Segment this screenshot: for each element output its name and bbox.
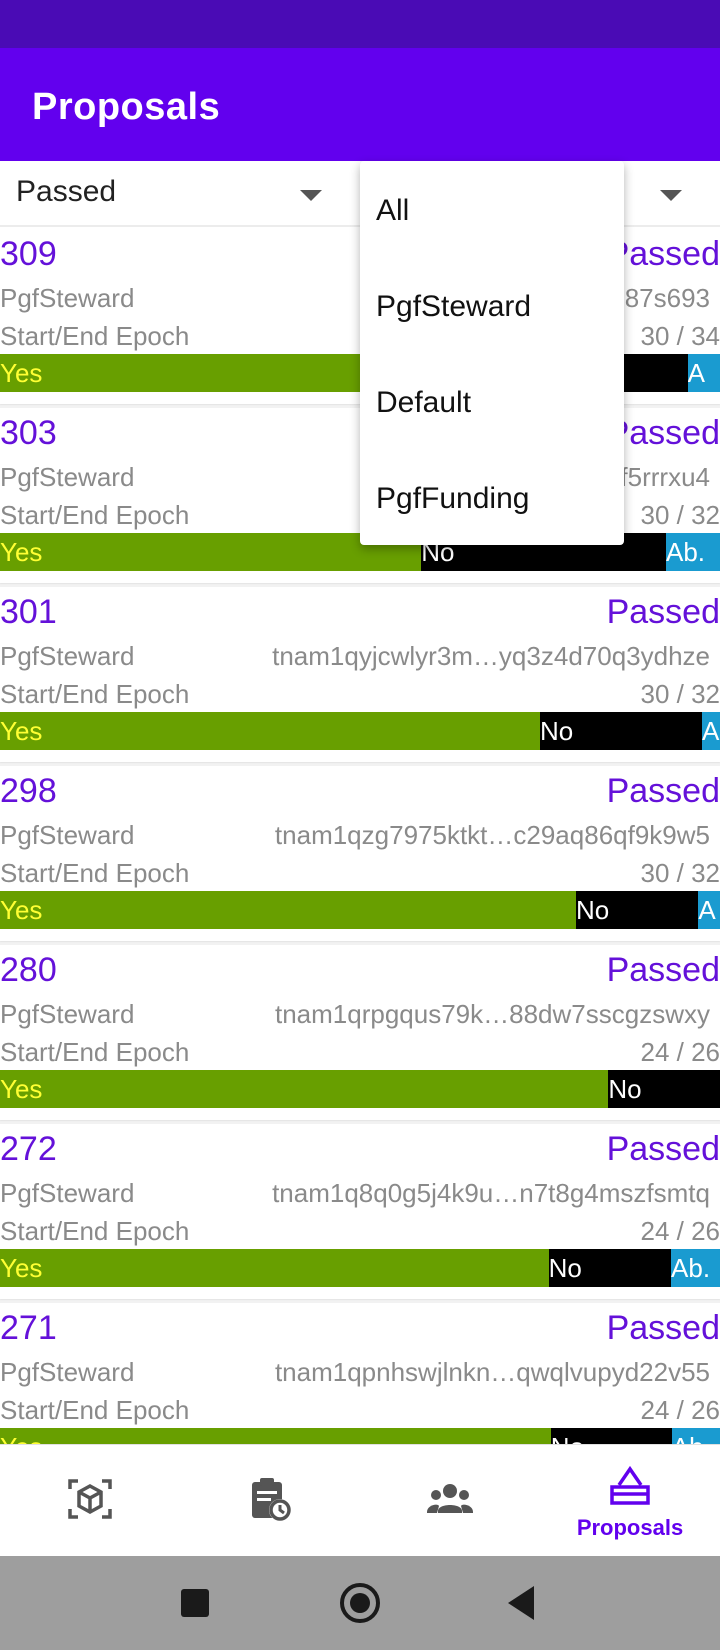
vote-yes-segment: Yes: [0, 1070, 609, 1108]
epoch-label: Start/End Epoch: [0, 858, 190, 888]
back-icon[interactable]: [500, 1580, 546, 1626]
proposal-type: PgfSteward: [0, 462, 135, 492]
vote-no-segment: No: [576, 891, 699, 929]
vote-abstain-segment: A: [698, 891, 720, 929]
vote-no-segment: No: [608, 1070, 720, 1108]
vote-yes-segment: Yes: [0, 1428, 551, 1444]
proposal-status: Passed: [606, 772, 720, 810]
vote-abstain-segment: Ab.: [665, 533, 720, 571]
nav-item-validators[interactable]: [360, 1445, 540, 1557]
nav-item-explorer[interactable]: [0, 1445, 180, 1557]
proposal-status: Passed: [606, 593, 720, 631]
proposal-id: 280: [0, 951, 57, 989]
vote-yes-segment: Yes: [0, 533, 422, 571]
proposal-author: tnam1qzg7975ktkt…c29aq86qf9k9w5: [274, 820, 710, 850]
epoch-label: Start/End Epoch: [0, 500, 190, 530]
people-group-icon: [427, 1484, 473, 1513]
status-filter-select[interactable]: Passed: [0, 161, 340, 227]
vote-yes-segment: Yes: [0, 712, 540, 750]
proposal-id: 309: [0, 235, 57, 273]
app-bar: Proposals: [0, 48, 720, 161]
epoch-label: Start/End Epoch: [0, 679, 190, 709]
epoch-value: 30 / 32: [640, 500, 720, 530]
vote-bar: Yes No: [0, 1070, 720, 1108]
proposal-id: 298: [0, 772, 57, 810]
page-title: Proposals: [32, 86, 221, 128]
proposal-type: PgfSteward: [0, 1357, 135, 1387]
proposal-id: 272: [0, 1130, 57, 1168]
vote-no-segment: No: [540, 712, 702, 750]
proposal-author: tnam1qyjcwlyr3m…yq3z4d70q3ydhze: [272, 641, 710, 671]
nav-item-epochs[interactable]: [180, 1445, 360, 1557]
proposal-id: 271: [0, 1309, 57, 1347]
epoch-label: Start/End Epoch: [0, 321, 190, 351]
status-bar: [0, 0, 720, 48]
system-navigation-bar: [0, 1556, 720, 1650]
proposal-card[interactable]: 271 Passed PgfSteward tnam1qpnhswjlnkn…q…: [0, 1303, 720, 1444]
status-filter-value: Passed: [16, 175, 117, 208]
proposal-type: PgfSteward: [0, 1178, 135, 1208]
dropdown-option-pgfsteward[interactable]: PgfSteward: [360, 259, 624, 355]
type-filter-dropdown-menu: All PgfSteward Default PgfFunding: [360, 161, 624, 545]
vote-abstain-segment: A: [702, 712, 720, 750]
vote-bar: Yes No A: [0, 891, 720, 929]
dropdown-option-all[interactable]: All: [360, 163, 624, 259]
proposal-card[interactable]: 272 Passed PgfSteward tnam1q8q0g5j4k9u…n…: [0, 1124, 720, 1299]
proposal-author: tnam1q8q0g5j4k9u…n7t8g4mszfsmtq: [272, 1178, 710, 1208]
epoch-value: 24 / 26: [640, 1216, 720, 1246]
proposal-id: 303: [0, 414, 57, 452]
ballot-box-icon: [610, 1465, 650, 1505]
bottom-navigation: Proposals: [0, 1444, 720, 1556]
epoch-label: Start/End Epoch: [0, 1395, 190, 1425]
vote-no-segment: No: [548, 1249, 672, 1287]
dropdown-option-default[interactable]: Default: [360, 355, 624, 451]
vote-abstain-segment: Ab.: [671, 1249, 720, 1287]
proposal-card[interactable]: 301 Passed PgfSteward tnam1qyjcwlyr3m…yq…: [0, 587, 720, 762]
dropdown-arrow-icon: [660, 190, 682, 201]
vote-bar: Yes No A: [0, 712, 720, 750]
dropdown-arrow-icon: [300, 190, 322, 201]
proposal-author: tnam1qpnhswjlnkn…qwqlvupyd22v55: [274, 1357, 710, 1387]
epoch-value: 24 / 26: [640, 1037, 720, 1067]
nav-item-proposals[interactable]: Proposals: [540, 1445, 720, 1557]
epoch-value: 30 / 34: [640, 321, 720, 351]
epoch-label: Start/End Epoch: [0, 1216, 190, 1246]
vote-bar: Yes No Ab.: [0, 1249, 720, 1287]
proposal-author: tnam1qrpgqus79k…88dw7sscgzswxy: [275, 999, 710, 1029]
proposal-card[interactable]: 280 Passed PgfSteward tnam1qrpgqus79k…88…: [0, 945, 720, 1120]
cube-scan-icon: [68, 1479, 112, 1519]
vote-no-segment: No: [550, 1428, 672, 1444]
proposal-status: Passed: [606, 1309, 720, 1347]
epoch-value: 30 / 32: [640, 858, 720, 888]
proposal-type: PgfSteward: [0, 820, 135, 850]
recents-icon[interactable]: [172, 1580, 218, 1626]
home-icon[interactable]: [337, 1580, 383, 1626]
proposal-type: PgfSteward: [0, 999, 135, 1029]
epoch-label: Start/End Epoch: [0, 1037, 190, 1067]
proposal-type: PgfSteward: [0, 283, 135, 313]
clipboard-clock-icon: [252, 1478, 291, 1521]
vote-yes-segment: Yes: [0, 891, 576, 929]
vote-abstain-segment: A: [687, 354, 720, 392]
nav-label-proposals: Proposals: [576, 1515, 684, 1540]
proposal-card[interactable]: 298 Passed PgfSteward tnam1qzg7975ktkt…c…: [0, 766, 720, 941]
epoch-value: 24 / 26: [640, 1395, 720, 1425]
proposal-status: Passed: [606, 1130, 720, 1168]
vote-bar: Yes No Ab.: [0, 1428, 720, 1444]
vote-abstain-segment: Ab.: [671, 1428, 720, 1444]
dropdown-option-pgffunding[interactable]: PgfFunding: [360, 451, 624, 547]
proposal-status: Passed: [606, 951, 720, 989]
vote-yes-segment: Yes: [0, 1249, 549, 1287]
proposal-id: 301: [0, 593, 57, 631]
epoch-value: 30 / 32: [640, 679, 720, 709]
proposal-type: PgfSteward: [0, 641, 135, 671]
